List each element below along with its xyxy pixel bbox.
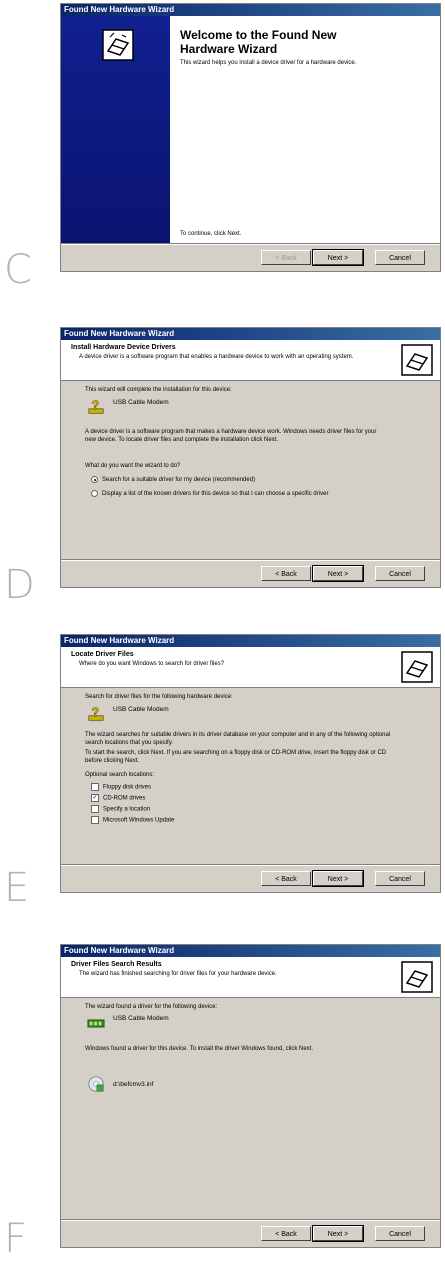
- radio-selected[interactable]: [91, 476, 98, 483]
- welcome-content: Welcome to the Found New Hardware Wizard…: [170, 16, 440, 243]
- wizard-window-search-results: Found New Hardware Wizard Driver Files S…: [60, 944, 441, 1248]
- wizard-window-locate-files: Found New Hardware Wizard Locate Driver …: [60, 634, 441, 893]
- unknown-device-icon: ?: [88, 398, 104, 414]
- next-button[interactable]: Next >: [312, 1225, 364, 1242]
- header-area: Install Hardware Device Drivers A device…: [61, 340, 440, 381]
- device-name: USB Cable Modem: [113, 399, 169, 406]
- driver-file-path: d:\befcmv3.inf: [113, 1081, 154, 1088]
- wizard-sidebar-banner: [61, 16, 170, 243]
- next-button[interactable]: Next >: [312, 565, 364, 582]
- step-letter-c: C: [4, 247, 32, 293]
- cancel-button[interactable]: Cancel: [375, 1226, 425, 1241]
- found-text: The wizard found a driver for the follow…: [85, 1004, 218, 1010]
- page-subheading: Where do you want Windows to search for …: [79, 661, 225, 667]
- checkbox-floppy[interactable]: Floppy disk drives: [91, 783, 428, 792]
- page-heading: Driver Files Search Results: [71, 961, 162, 968]
- checkbox-unchecked[interactable]: [91, 805, 99, 813]
- driver-file-icon: [88, 1076, 104, 1092]
- question-text: What do you want the wizard to do?: [85, 463, 181, 469]
- start-paragraph: To start the search, click Next. If you …: [85, 750, 387, 764]
- hardware-wizard-icon: [401, 344, 433, 376]
- continue-instruction: To continue, click Next.: [180, 231, 242, 237]
- option-display-list[interactable]: Display a list of the known drivers for …: [91, 490, 381, 498]
- button-bar: < Back Next > Cancel: [61, 559, 440, 587]
- device-name: USB Cable Modem: [113, 1015, 169, 1022]
- button-bar: < Back Next > Cancel: [61, 243, 440, 271]
- back-button[interactable]: < Back: [261, 250, 311, 265]
- cancel-button[interactable]: Cancel: [375, 250, 425, 265]
- unknown-device-icon: ?: [88, 705, 104, 721]
- back-button[interactable]: < Back: [261, 1226, 311, 1241]
- checkbox-unchecked[interactable]: [91, 816, 99, 824]
- page-subheading: The wizard has finished searching for dr…: [79, 971, 277, 977]
- search-text: Search for driver files for the followin…: [85, 694, 233, 700]
- svg-text:?: ?: [92, 706, 100, 720]
- checkbox-unchecked[interactable]: [91, 783, 99, 791]
- explanation-text: A device driver is a software program th…: [85, 429, 377, 443]
- search-paragraph: The wizard searches for suitable drivers…: [85, 732, 391, 746]
- step-letter-f: F: [4, 1216, 28, 1262]
- hardware-wizard-icon: [401, 961, 433, 993]
- radio-unselected[interactable]: [91, 490, 98, 497]
- cancel-button[interactable]: Cancel: [375, 566, 425, 581]
- complete-text: This wizard will complete the installati…: [85, 387, 232, 393]
- next-button[interactable]: Next >: [312, 249, 364, 266]
- header-area: Locate Driver Files Where do you want Wi…: [61, 647, 440, 688]
- network-device-icon: [87, 1019, 105, 1028]
- checkbox-cdrom[interactable]: ✓ CD-ROM drives: [91, 794, 428, 803]
- welcome-title: Welcome to the Found New Hardware Wizard: [180, 28, 337, 56]
- button-bar: < Back Next > Cancel: [61, 1219, 440, 1247]
- hardware-wizard-icon: [401, 651, 433, 683]
- checkbox-windows-update[interactable]: Microsoft Windows Update: [91, 816, 428, 825]
- page-heading: Install Hardware Device Drivers: [71, 344, 176, 351]
- title-bar: Found New Hardware Wizard: [61, 4, 440, 16]
- optional-locations-label: Optional search locations:: [85, 772, 155, 778]
- title-bar: Found New Hardware Wizard: [61, 945, 440, 957]
- device-name: USB Cable Modem: [113, 706, 169, 713]
- title-bar: Found New Hardware Wizard: [61, 328, 440, 340]
- install-text: Windows found a driver for this device. …: [85, 1046, 313, 1052]
- title-bar: Found New Hardware Wizard: [61, 635, 440, 647]
- back-button[interactable]: < Back: [261, 871, 311, 886]
- button-bar: < Back Next > Cancel: [61, 864, 440, 892]
- svg-text:?: ?: [92, 399, 100, 413]
- welcome-description: This wizard helps you install a device d…: [180, 60, 357, 66]
- checkbox-checked[interactable]: ✓: [91, 794, 99, 802]
- wizard-window-install-drivers: Found New Hardware Wizard Install Hardwa…: [60, 327, 441, 588]
- checkbox-specify-location[interactable]: Specify a location: [91, 805, 428, 814]
- wizard-window-welcome: Found New Hardware Wizard Welcome to the…: [60, 3, 441, 272]
- next-button[interactable]: Next >: [312, 870, 364, 887]
- back-button[interactable]: < Back: [261, 566, 311, 581]
- hardware-wizard-icon: [102, 29, 134, 61]
- page-subheading: A device driver is a software program th…: [79, 354, 354, 360]
- header-area: Driver Files Search Results The wizard h…: [61, 957, 440, 998]
- step-letter-d: D: [4, 562, 35, 608]
- step-letter-e: E: [4, 865, 30, 911]
- page-heading: Locate Driver Files: [71, 651, 134, 658]
- option-search-driver[interactable]: Search for a suitable driver for my devi…: [91, 476, 428, 484]
- cancel-button[interactable]: Cancel: [375, 871, 425, 886]
